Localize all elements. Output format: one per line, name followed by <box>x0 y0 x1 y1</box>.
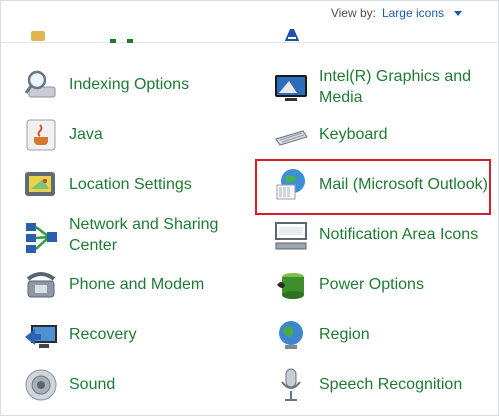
item-sound[interactable]: Sound <box>23 367 115 403</box>
partial-icon-left <box>29 23 47 43</box>
item-label: Keyboard <box>319 125 388 143</box>
item-label: Indexing Options <box>69 75 190 93</box>
top-bar: View by: Large icons <box>1 1 498 45</box>
monitor-icon <box>273 69 309 105</box>
item-speech-recognition[interactable]: Speech Recognition <box>273 367 462 403</box>
keyboard-icon <box>273 117 309 153</box>
item-label: Mail (Microsoft Outlook) <box>319 175 488 193</box>
item-label: Power Options <box>319 275 424 293</box>
item-label: Network and Sharing Center <box>69 216 219 254</box>
item-recovery[interactable]: Recovery <box>23 317 137 353</box>
item-label: Phone and Modem <box>69 275 205 293</box>
item-indexing-options[interactable]: Indexing Options <box>23 67 189 103</box>
item-label: Intel(R) Graphics and Media <box>319 68 472 106</box>
dropdown-caret-icon[interactable] <box>454 11 462 16</box>
item-label: Location Settings <box>69 175 192 193</box>
battery-icon <box>273 267 309 303</box>
item-mail-outlook[interactable]: Mail (Microsoft Outlook) <box>273 167 488 203</box>
network-computers-icon <box>23 219 59 255</box>
item-location-settings[interactable]: Location Settings <box>23 167 192 203</box>
item-intel-graphics[interactable]: Intel(R) Graphics and Media <box>273 67 479 109</box>
control-panel-window: View by: Large icons Indexing Options In… <box>0 0 499 416</box>
item-label: Speech Recognition <box>319 375 463 393</box>
item-network-sharing[interactable]: Network and Sharing Center <box>23 215 229 257</box>
mail-globe-icon <box>273 167 309 203</box>
item-power-options[interactable]: Power Options <box>273 267 424 303</box>
view-by-label: View by: <box>330 6 376 20</box>
magnifier-over-drive-icon <box>23 67 59 103</box>
partial-font-icon <box>281 21 303 41</box>
item-label: Notification Area Icons <box>319 225 479 243</box>
item-keyboard[interactable]: Keyboard <box>273 117 388 153</box>
item-java[interactable]: Java <box>23 117 103 153</box>
view-by-dropdown-value[interactable]: Large icons <box>382 6 444 20</box>
view-by-control[interactable]: View by: Large icons <box>331 6 462 20</box>
item-region[interactable]: Region <box>273 317 370 353</box>
notification-area-icon <box>273 217 309 253</box>
item-notification-area[interactable]: Notification Area Icons <box>273 217 478 253</box>
item-label: Sound <box>69 375 116 393</box>
item-label: Recovery <box>69 325 137 343</box>
microphone-icon <box>273 367 309 403</box>
recovery-computer-icon <box>23 317 59 353</box>
item-label: Java <box>69 125 103 143</box>
gps-device-icon <box>23 167 59 203</box>
item-phone-modem[interactable]: Phone and Modem <box>23 267 204 303</box>
item-label: Region <box>319 325 370 343</box>
globe-icon <box>273 317 309 353</box>
speaker-icon <box>23 367 59 403</box>
partial-label-left <box>109 27 135 45</box>
telephone-icon <box>23 267 59 303</box>
java-cup-icon <box>23 117 59 153</box>
